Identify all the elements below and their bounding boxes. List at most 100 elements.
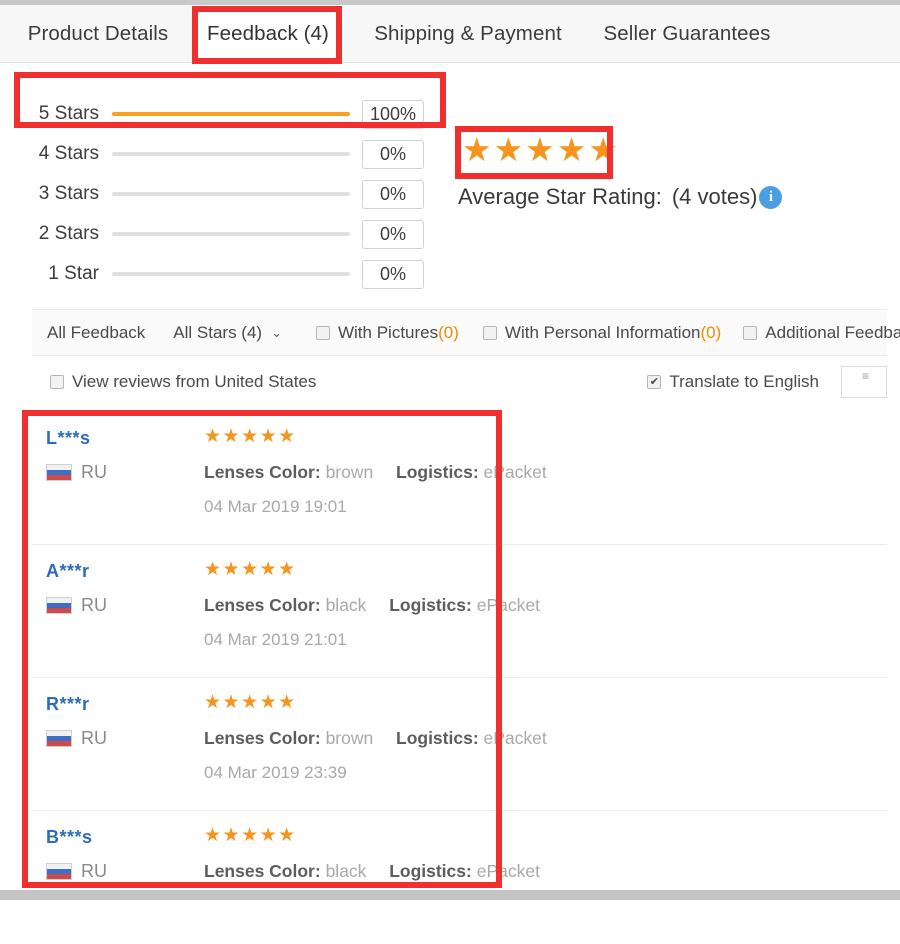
review-attributes: Lenses Color: brown Logistics: ePacket [204,462,547,483]
with-personal-information-checkbox[interactable] [482,325,497,340]
review-stars-icon: ★★★★★ [204,559,297,580]
reviewer-name[interactable]: L***s [46,428,91,449]
feedback-page: Product Details Feedback (4) Shipping & … [0,0,900,900]
rating-fill-5-stars [112,112,350,116]
reviewer-country-code: RU [81,861,107,881]
info-icon[interactable]: i [759,185,783,209]
reviewer-country: RU [46,861,107,882]
flag-icon-ru [46,863,72,880]
translate-label: Translate to English [669,372,819,391]
rating-percent-3-stars[interactable]: 0% [362,179,424,209]
table-row: L***s RU ★★★★★ Lenses Color: brown Logis… [32,412,887,545]
bottom-chrome-strip [0,890,900,900]
rating-percent-1-star[interactable]: 0% [362,259,424,289]
product-tab-bar: Product Details Feedback (4) Shipping & … [0,5,900,63]
review-attributes: Lenses Color: black Logistics: ePacket [204,595,540,616]
attr-lenses-color-value: brown [325,462,374,482]
sort-dropdown[interactable]: ≡ [841,366,887,398]
tab-product-details[interactable]: Product Details [12,5,184,62]
reviewer-name[interactable]: B***s [46,827,93,848]
attr-lenses-color-value: black [325,595,367,615]
with-pictures-checkbox[interactable] [315,325,330,340]
tab-seller-guarantees[interactable]: Seller Guarantees [592,5,782,62]
attr-logistics-key: Logistics: [396,462,479,482]
rating-label-4-stars: 4 Stars [38,143,99,164]
review-stars-icon: ★★★★★ [204,825,297,846]
additional-feedback-checkbox[interactable] [743,325,758,340]
rating-row-3-stars[interactable]: 3 Stars 0% [0,174,455,214]
average-rating-label: Average Star Rating: [458,184,662,209]
review-date: 04 Mar 2019 21:01 [204,630,347,649]
review-date: 04 Mar 2019 19:01 [204,497,347,516]
filter-all-stars-dropdown[interactable]: All Stars (4) ⌄ [173,323,282,343]
reviewer-country: RU [46,728,107,749]
rating-track-4-stars [112,152,350,156]
attr-lenses-color-key: Lenses Color: [204,462,321,482]
reviewer-name[interactable]: R***r [46,694,90,715]
rating-label-5-stars: 5 Stars [38,103,99,124]
view-reviews-from-country[interactable]: View reviews from United States [50,372,316,392]
filter-with-pictures[interactable]: With Pictures (0) [315,322,459,343]
reviewer-country: RU [46,462,107,483]
rating-track-3-stars [112,192,350,196]
attr-logistics-value: ePacket [483,728,547,748]
attr-lenses-color-key: Lenses Color: [204,595,321,615]
flag-icon-ru [46,597,72,614]
tab-shipping-payment[interactable]: Shipping & Payment [352,5,584,62]
filter-all-stars-label: All Stars (4) [173,322,263,342]
attr-logistics-value: ePacket [476,595,540,615]
filter-with-pictures-count: (0) [438,322,459,342]
chevron-down-icon: ⌄ [271,325,282,340]
review-attributes: Lenses Color: brown Logistics: ePacket [204,728,547,749]
translate-to-english[interactable]: ✔ Translate to English [647,372,819,392]
rating-track-5-stars [112,112,350,116]
review-attributes: Lenses Color: black Logistics: ePacket [204,861,540,882]
rating-percent-5-stars[interactable]: 100% [362,99,424,129]
filter-additional-feedback-label: Additional Feedback [765,322,900,342]
rating-row-2-stars[interactable]: 2 Stars 0% [0,214,455,254]
reviewer-country-code: RU [81,728,107,748]
attr-logistics-key: Logistics: [396,728,479,748]
rating-track-2-stars [112,232,350,236]
review-date: 04 Mar 2019 23:39 [204,763,347,782]
reviewer-country-code: RU [81,462,107,482]
filter-additional-feedback[interactable]: Additional Feedback (0) [743,323,900,343]
tab-feedback[interactable]: Feedback (4) [192,5,344,62]
reviewer-country: RU [46,595,107,616]
sort-icon: ≡ [862,369,870,383]
rating-row-5-stars[interactable]: 5 Stars 100% [0,94,455,134]
rating-label-1-star: 1 Star [48,263,99,284]
rating-distribution-chart: 5 Stars 100% 4 Stars 0% 3 Stars 0% 2 Sta… [0,70,455,300]
average-votes-count: (4 votes) [671,184,758,209]
rating-row-4-stars[interactable]: 4 Stars 0% [0,134,455,174]
average-stars-icon: ★★★★★ [462,131,620,168]
reviewer-name[interactable]: A***r [46,561,90,582]
review-stars-icon: ★★★★★ [204,426,297,447]
attr-logistics-value: ePacket [476,861,540,881]
attr-logistics-key: Logistics: [389,595,472,615]
table-row: B***s RU ★★★★★ Lenses Color: black Logis… [32,811,887,944]
rating-percent-2-stars[interactable]: 0% [362,219,424,249]
translate-checkbox[interactable]: ✔ [647,375,662,389]
tab-product-details-label: Product Details [27,21,169,45]
filter-with-personal-information[interactable]: With Personal Information (0) [482,322,722,343]
review-stars-icon: ★★★★★ [204,692,297,713]
filter-with-personal-information-count: (0) [700,322,722,342]
rating-row-1-star[interactable]: 1 Star 0% [0,254,455,294]
filter-with-personal-information-label: With Personal Information [504,322,701,342]
view-reviews-checkbox[interactable] [50,375,64,389]
filter-all-feedback[interactable]: All Feedback [47,323,145,343]
feedback-options-bar: View reviews from United States ✔ Transl… [32,359,887,405]
rating-percent-4-stars[interactable]: 0% [362,139,424,169]
attr-lenses-color-value: black [325,861,367,881]
average-rating-line: Average Star Rating: (4 votes) i [458,184,783,210]
review-list: L***s RU ★★★★★ Lenses Color: brown Logis… [32,412,887,944]
attr-lenses-color-key: Lenses Color: [204,728,321,748]
rating-track-1-star [112,272,350,276]
attr-logistics-key: Logistics: [389,861,472,881]
tab-seller-guarantees-label: Seller Guarantees [603,21,771,45]
average-rating-block: ★★★★★ Average Star Rating: (4 votes) i [458,128,783,210]
filter-with-pictures-label: With Pictures [337,322,439,342]
rating-label-2-stars: 2 Stars [38,223,99,244]
table-row: R***r RU ★★★★★ Lenses Color: brown Logis… [32,678,887,811]
